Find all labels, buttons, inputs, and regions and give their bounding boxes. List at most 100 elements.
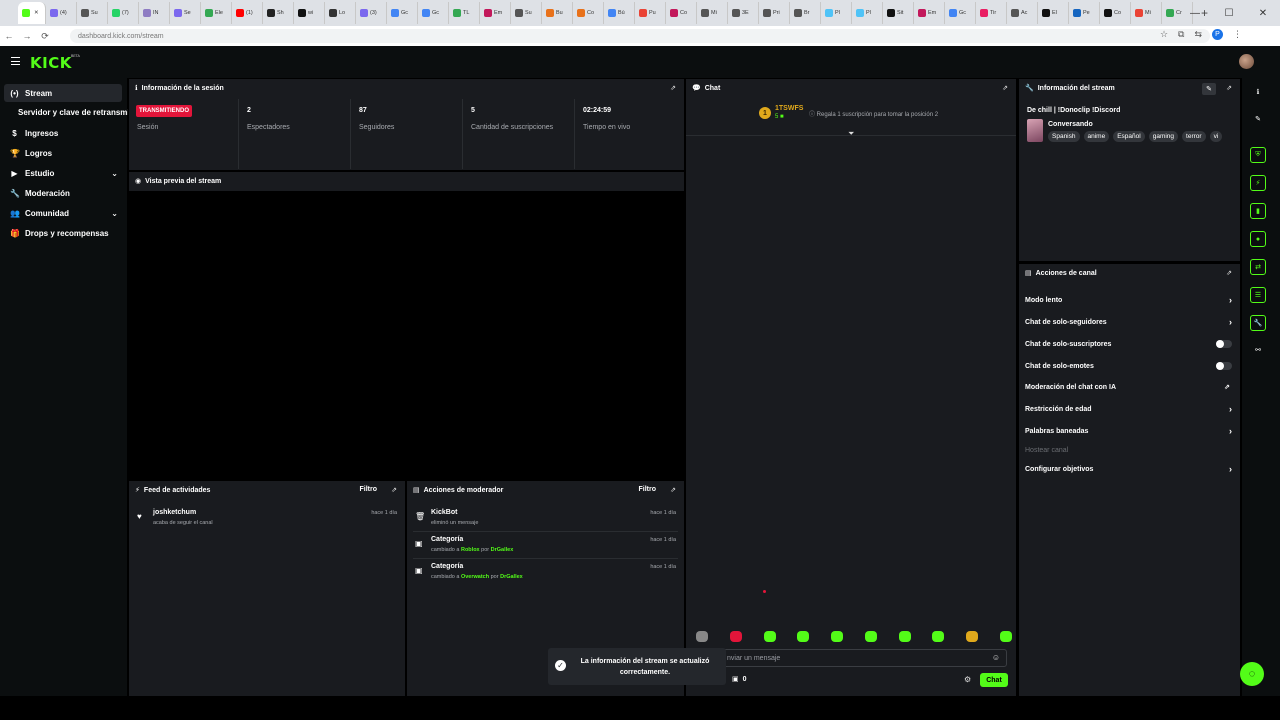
- emote-icon[interactable]: [797, 631, 810, 642]
- cast-icon[interactable]: ⇆: [1194, 29, 1202, 40]
- emote-icon[interactable]: [864, 631, 877, 642]
- browser-tab[interactable]: Pl: [852, 2, 883, 24]
- browser-tab[interactable]: Sit: [883, 2, 914, 24]
- browser-tab[interactable]: Se: [170, 2, 201, 24]
- sidebar-item-moderacion[interactable]: 🔧 Moderación: [4, 184, 122, 202]
- channel-action-row[interactable]: Palabras baneadas ›: [1025, 423, 1232, 439]
- info-icon[interactable]: ℹ: [1250, 84, 1266, 100]
- stream-tag[interactable]: Spanish: [1048, 131, 1080, 142]
- browser-tab[interactable]: El: [1038, 2, 1069, 24]
- emote-icon[interactable]: [729, 631, 742, 642]
- browser-tab[interactable]: Em: [914, 2, 945, 24]
- reload-icon[interactable]: ⟳: [36, 31, 54, 42]
- sidebar-item-stream-key[interactable]: Servidor y clave de retransmisión: [18, 108, 128, 117]
- browser-tab[interactable]: Co: [666, 2, 697, 24]
- send-chat-button[interactable]: Chat: [980, 673, 1008, 687]
- browser-tab[interactable]: Em: [480, 2, 511, 24]
- stream-tag[interactable]: vi: [1209, 131, 1223, 142]
- user-avatar[interactable]: [1239, 54, 1254, 69]
- browser-tab[interactable]: Pu: [635, 2, 666, 24]
- channel-action-row[interactable]: Modo lento ›: [1025, 292, 1232, 308]
- browser-tab[interactable]: Br: [790, 2, 821, 24]
- channel-action-row[interactable]: Chat de solo-emotes: [1025, 358, 1232, 374]
- emote-icon[interactable]: [999, 631, 1012, 642]
- list-icon[interactable]: ☰: [1250, 287, 1266, 303]
- channel-action-row[interactable]: Moderación del chat con IA ⇗: [1025, 379, 1232, 395]
- sidebar-item-ingresos[interactable]: $ Ingresos: [4, 124, 122, 142]
- browser-tab[interactable]: Mi: [697, 2, 728, 24]
- hamburger-menu-icon[interactable]: [11, 57, 20, 65]
- browser-tab[interactable]: (7): [108, 2, 139, 24]
- browser-tab[interactable]: (1): [232, 2, 263, 24]
- stream-tag[interactable]: gaming: [1148, 131, 1179, 142]
- stream-preview-video[interactable]: [129, 191, 684, 480]
- sidebar-item-estudio[interactable]: ▶ Estudio ⌄: [4, 164, 122, 182]
- browser-tab[interactable]: Pe: [1069, 2, 1100, 24]
- channel-action-row[interactable]: Chat de solo-suscriptores: [1025, 336, 1232, 352]
- chat-bubble-icon[interactable]: ●: [1250, 231, 1266, 247]
- feed-username[interactable]: joshketchum: [153, 509, 196, 516]
- success-toast[interactable]: ✓ La información del stream se actualizó…: [548, 648, 726, 685]
- lightning-icon[interactable]: ⚡: [1250, 175, 1266, 191]
- browser-tab[interactable]: Bu: [542, 2, 573, 24]
- wrench-icon[interactable]: 🔧: [1250, 315, 1266, 331]
- bookmark-star-icon[interactable]: ☆: [1160, 29, 1168, 40]
- browser-tab[interactable]: (4): [46, 2, 77, 24]
- browser-tab[interactable]: Co: [573, 2, 604, 24]
- sidebar-item-comunidad[interactable]: 👥 Comunidad ⌄: [4, 204, 122, 222]
- stream-tag[interactable]: terror: [1182, 131, 1206, 142]
- browser-tab[interactable]: Bú: [604, 2, 635, 24]
- back-icon[interactable]: ←: [0, 31, 18, 41]
- edit-pencil-icon[interactable]: ✎: [1250, 111, 1266, 127]
- document-icon[interactable]: ▮: [1250, 203, 1266, 219]
- browser-tab[interactable]: Su: [511, 2, 542, 24]
- close-window-button[interactable]: ✕: [1246, 0, 1280, 26]
- emote-icon[interactable]: [898, 631, 911, 642]
- emote-icon[interactable]: [932, 631, 945, 642]
- maximize-button[interactable]: ☐: [1212, 0, 1246, 26]
- channel-action-row[interactable]: Restricción de edad ›: [1025, 401, 1232, 417]
- sidebar-item-drops[interactable]: 🎁 Drops y recompensas: [4, 224, 122, 242]
- popout-icon[interactable]: ⇗: [670, 84, 676, 92]
- toggle-switch[interactable]: [1216, 362, 1232, 370]
- emote-icon[interactable]: [831, 631, 844, 642]
- browser-tab[interactable]: (3): [356, 2, 387, 24]
- popout-icon[interactable]: ⇗: [1226, 269, 1232, 277]
- close-tab-icon[interactable]: ✕: [34, 10, 39, 16]
- mod-actor[interactable]: KickBot: [431, 509, 457, 516]
- channel-action-row[interactable]: Chat de solo-seguidores ›: [1025, 314, 1232, 330]
- kick-logo[interactable]: KICK: [30, 54, 72, 72]
- gift-cta[interactable]: ⓘ Regala 1 suscripción para tomar la pos…: [809, 109, 938, 118]
- popout-icon[interactable]: ⇗: [391, 486, 397, 494]
- emote-icon[interactable]: [696, 631, 708, 642]
- browser-tab[interactable]: Ac: [1007, 2, 1038, 24]
- emote-icon[interactable]: [966, 631, 979, 642]
- mod-target[interactable]: Roblox: [461, 547, 480, 553]
- browser-tab[interactable]: IN: [139, 2, 170, 24]
- help-chat-icon[interactable]: ◌: [1240, 662, 1264, 686]
- browser-tab[interactable]: Gc: [945, 2, 976, 24]
- mod-target[interactable]: Overwatch: [461, 574, 489, 580]
- address-bar[interactable]: dashboard.kick.com/stream: [70, 29, 1210, 43]
- popout-icon[interactable]: ⇗: [1226, 84, 1232, 92]
- channel-action-row[interactable]: Configurar objetivos ›: [1025, 461, 1232, 477]
- filter-button[interactable]: Filtro: [639, 486, 657, 493]
- sidebar-item-stream[interactable]: (•) Stream: [4, 84, 122, 102]
- chat-message-input[interactable]: nviar un mensaje ☺: [722, 649, 1007, 667]
- toggle-switch[interactable]: [1216, 340, 1232, 348]
- popout-icon[interactable]: ⇗: [1002, 84, 1008, 92]
- extensions-icon[interactable]: ⧉: [1178, 29, 1184, 40]
- edit-pencil-icon[interactable]: ✎: [1202, 83, 1216, 95]
- mod-user[interactable]: DrGallex: [500, 574, 523, 580]
- browser-tab[interactable]: ✕: [18, 2, 46, 24]
- browser-tab[interactable]: Mi: [1131, 2, 1162, 24]
- top-gifter-name[interactable]: 1TSWFS: [775, 105, 803, 112]
- gear-icon[interactable]: ⚙: [964, 675, 971, 684]
- menu-dots-icon[interactable]: ⋮: [1233, 29, 1242, 40]
- browser-tab[interactable]: Ele: [201, 2, 232, 24]
- minimize-button[interactable]: —: [1178, 0, 1212, 26]
- emote-icon[interactable]: [763, 631, 776, 642]
- browser-tab[interactable]: Su: [77, 2, 108, 24]
- browser-tab[interactable]: Tir: [976, 2, 1007, 24]
- browser-tab[interactable]: Gc: [418, 2, 449, 24]
